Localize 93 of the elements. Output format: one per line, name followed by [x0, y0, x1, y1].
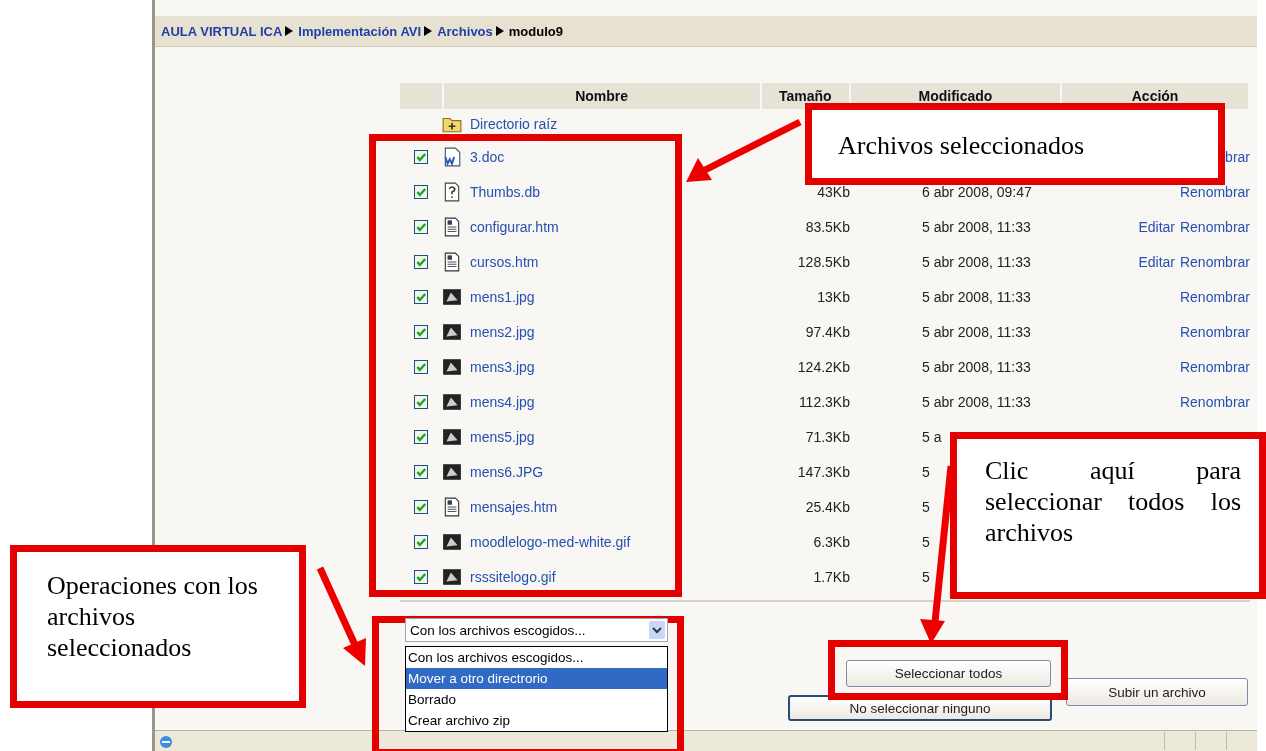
image-file-icon [442, 531, 462, 552]
size-cell: 13Kb [817, 288, 850, 305]
callout-note: Operaciones con los archivos seleccionados [10, 545, 306, 708]
size-cell: 112.3Kb [798, 393, 850, 410]
image-file-icon [442, 286, 462, 307]
image-file-icon [442, 566, 462, 587]
file-link[interactable]: mens5.jpg [470, 428, 535, 445]
file-link[interactable]: Thumbs.db [470, 183, 541, 200]
header-cell [400, 83, 444, 109]
breadcrumb-link[interactable]: AULA VIRTUAL ICA [161, 23, 283, 39]
size-cell: 6.3Kb [813, 533, 850, 550]
file-link[interactable]: Directorio raíz [470, 116, 558, 132]
checkbox[interactable] [414, 289, 428, 304]
size-cell: 97.4Kb [805, 323, 850, 340]
date-cell: 5 abr 2008, 11:33 [922, 288, 1031, 305]
file-link[interactable]: 3.doc [470, 148, 505, 165]
size-cell: 25.4Kb [805, 498, 850, 515]
date-cell: 5 [922, 498, 930, 515]
image-file-icon [442, 321, 462, 342]
file-link[interactable]: rsssitelogo.gif [470, 568, 556, 585]
page-icon [442, 496, 462, 517]
checkbox[interactable] [414, 219, 428, 234]
image-file-icon [442, 426, 462, 447]
action-link[interactable]: Renombrar [1179, 288, 1250, 305]
column-header: Nombre [443, 83, 762, 109]
breadcrumb-link[interactable]: Archivos [437, 23, 493, 39]
date-cell: 5 abr 2008, 11:33 [922, 218, 1031, 235]
separator-icon [285, 26, 294, 36]
action-link[interactable]: Renombrar [1179, 253, 1250, 270]
operations-select[interactable]: Con los archivos escogidos... [405, 618, 668, 642]
date-cell: 5 abr 2008, 11:33 [922, 253, 1031, 270]
separator-icon [424, 26, 433, 36]
file-link[interactable]: mens3.jpg [470, 358, 535, 375]
separator-icon [495, 26, 504, 36]
select-all-button[interactable]: Seleccionar todos [846, 660, 1051, 687]
size-cell: 71.3Kb [805, 428, 850, 445]
file-link[interactable]: cursos.htm [470, 253, 539, 270]
image-file-icon [442, 356, 462, 377]
size-cell: 124.2Kb [797, 358, 850, 375]
date-cell: 5 [922, 463, 930, 480]
action-link[interactable]: Renombrar [1179, 393, 1250, 410]
action-link[interactable]: Renombrar [1179, 218, 1250, 235]
file-link[interactable]: configurar.htm [470, 218, 559, 235]
question-file-icon [442, 181, 462, 202]
file-link[interactable]: mens6.JPG [470, 463, 544, 480]
date-cell: 5 abr 2008, 11:33 [922, 323, 1031, 340]
date-cell: 5 a [922, 428, 942, 445]
action-link[interactable]: Renombrar [1179, 323, 1250, 340]
callout-note: Archivos seleccionados [805, 103, 1225, 185]
upload-button[interactable]: Subir un archivo [1066, 678, 1248, 706]
action-link[interactable]: Editar [1138, 218, 1175, 235]
action-link[interactable]: Renombrar [1179, 183, 1250, 200]
size-cell: 43Kb [817, 183, 850, 200]
dropdown-option[interactable]: Borrado [406, 689, 667, 710]
checkbox[interactable] [414, 359, 428, 374]
action-link[interactable]: brar [1225, 148, 1250, 165]
file-link[interactable]: mens4.jpg [470, 393, 535, 410]
breadcrumb-current: modulo9 [508, 23, 563, 39]
action-link[interactable]: Editar [1138, 253, 1175, 270]
checkbox[interactable] [414, 149, 428, 164]
date-cell: 5 [922, 533, 930, 550]
date-cell: 6 abr 2008, 09:47 [922, 183, 1032, 200]
date-cell: 5 abr 2008, 11:33 [922, 393, 1031, 410]
page-icon [442, 216, 462, 237]
file-link[interactable]: moodlelogo-med-white.gif [470, 533, 631, 550]
checkbox[interactable] [414, 184, 428, 199]
page-icon [442, 251, 462, 272]
breadcrumb-link[interactable]: Implementación AVI [298, 23, 422, 39]
callout-note: Clic aquí para seleccionar todos los archivos [950, 432, 1266, 599]
checkbox[interactable] [414, 569, 428, 584]
size-cell: 1.7Kb [813, 568, 850, 585]
file-link[interactable]: mens1.jpg [470, 288, 535, 305]
image-file-icon [442, 461, 462, 482]
action-link[interactable]: Renombrar [1179, 358, 1250, 375]
dropdown-option[interactable]: Crear archivo zip [406, 710, 667, 731]
checkbox[interactable] [414, 534, 428, 549]
date-cell: 5 [922, 568, 930, 585]
checkbox[interactable] [414, 499, 428, 514]
dropdown-option[interactable]: Con los archivos escogidos... [406, 647, 667, 668]
image-file-icon [442, 391, 462, 412]
size-cell: 147.3Kb [797, 463, 850, 480]
document-icon [442, 146, 462, 167]
checkbox[interactable] [414, 429, 428, 444]
checkbox[interactable] [414, 394, 428, 409]
file-link[interactable]: mensajes.htm [470, 498, 558, 515]
size-cell: 128.5Kb [797, 253, 850, 270]
file-link[interactable]: mens2.jpg [470, 323, 535, 340]
size-cell: 83.5Kb [805, 218, 850, 235]
date-cell: 5 abr 2008, 11:33 [922, 358, 1031, 375]
checkbox[interactable] [414, 254, 428, 269]
checkbox[interactable] [414, 324, 428, 339]
checkbox[interactable] [414, 464, 428, 479]
dropdown-option[interactable]: Mover a otro directrorio [406, 668, 667, 689]
